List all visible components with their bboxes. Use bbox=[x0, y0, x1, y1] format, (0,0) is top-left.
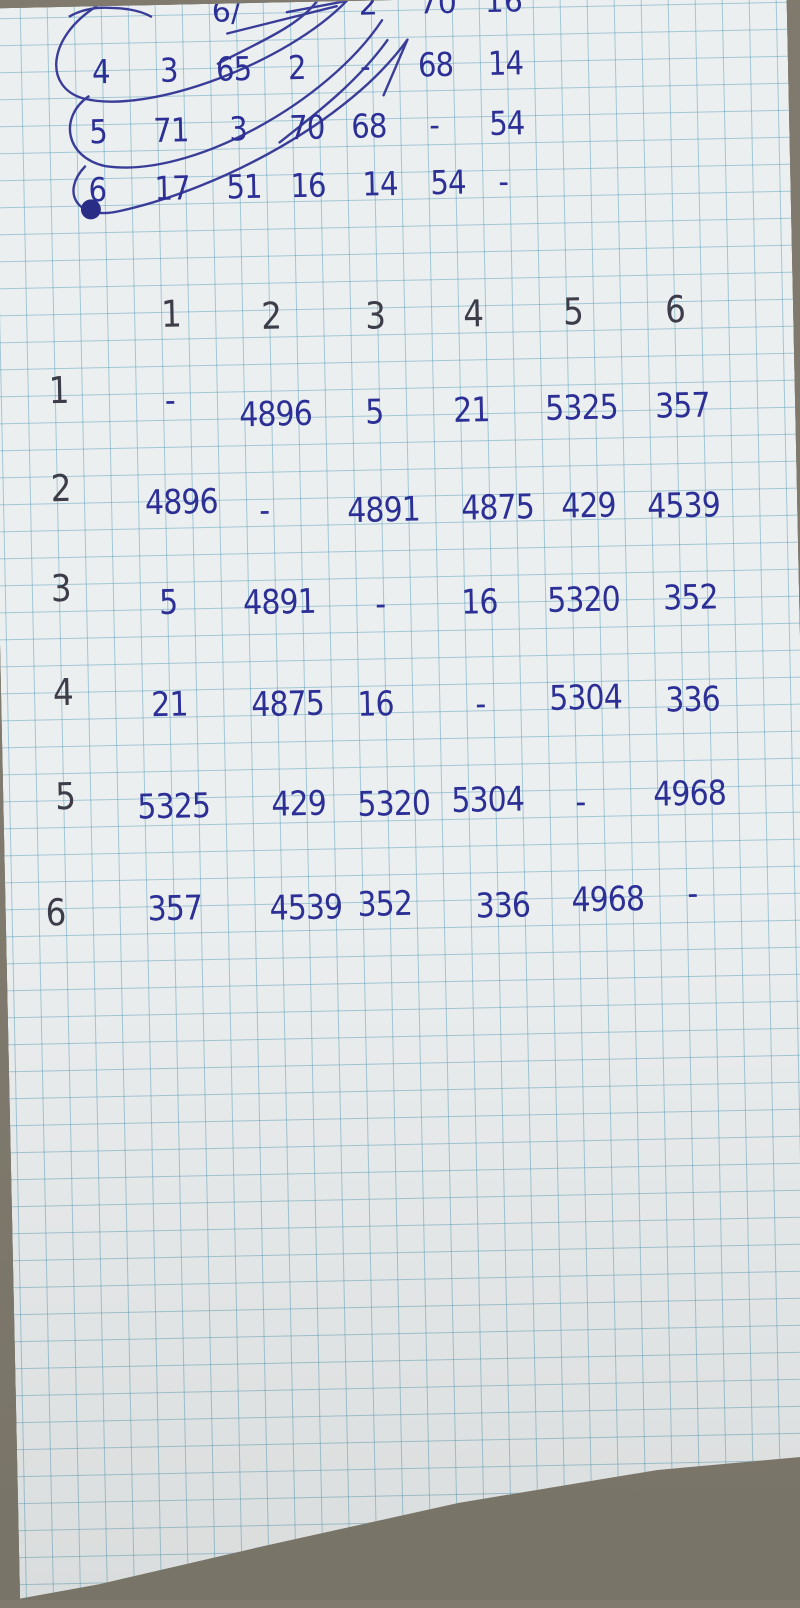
cell: 70 bbox=[288, 107, 325, 148]
svg-text:2: 2 bbox=[358, 0, 378, 23]
cell: 17 bbox=[154, 168, 191, 209]
cell: 5 bbox=[364, 392, 384, 433]
cell: 2 bbox=[287, 47, 306, 88]
cell: 336 bbox=[664, 679, 721, 721]
cell: 4891 bbox=[346, 489, 421, 532]
cell: 3 bbox=[159, 50, 179, 90]
cell: - bbox=[164, 380, 176, 421]
cell: 4875 bbox=[250, 683, 325, 726]
column-header: 4 bbox=[462, 292, 484, 336]
row-label: 5 bbox=[88, 112, 108, 152]
cell: 21 bbox=[150, 684, 189, 726]
cell: 71 bbox=[152, 110, 189, 151]
cell: 5304 bbox=[548, 677, 623, 719]
cell: 54 bbox=[488, 103, 525, 144]
svg-text:6/: 6/ bbox=[211, 0, 242, 30]
cell: 5320 bbox=[357, 783, 431, 825]
grid-paper-sheet: 6/ 2 70 16 4 3 65 2 - 68 14 5 71 3 70 68… bbox=[0, 0, 800, 1608]
row-label: 4 bbox=[91, 51, 111, 92]
column-header: 1 bbox=[160, 292, 182, 336]
cell: 429 bbox=[560, 485, 617, 527]
cell: - bbox=[359, 46, 370, 86]
cell: - bbox=[374, 584, 386, 625]
row-label: 1 bbox=[48, 368, 69, 413]
svg-text:70: 70 bbox=[418, 0, 457, 21]
cell: 16 bbox=[460, 581, 498, 623]
cell: 352 bbox=[662, 577, 719, 619]
cell: 5325 bbox=[137, 786, 211, 828]
cell: 357 bbox=[147, 888, 203, 930]
row-label: 4 bbox=[52, 670, 74, 715]
cell: 4896 bbox=[238, 393, 313, 436]
svg-text:16: 16 bbox=[484, 0, 523, 20]
cell: - bbox=[498, 161, 509, 201]
cell: 16 bbox=[356, 684, 395, 725]
cell: 5325 bbox=[544, 387, 619, 429]
cell: 4968 bbox=[571, 878, 645, 921]
cell: 4896 bbox=[144, 481, 219, 524]
cell: - bbox=[428, 105, 440, 145]
cell: 4968 bbox=[652, 773, 727, 815]
cell: 5320 bbox=[546, 579, 621, 621]
column-header: 3 bbox=[364, 294, 386, 338]
cell: 54 bbox=[430, 162, 467, 203]
cell: 4891 bbox=[242, 581, 317, 624]
cell: 65 bbox=[215, 48, 252, 89]
cell: 429 bbox=[271, 783, 327, 825]
column-header: 5 bbox=[562, 290, 584, 334]
cell: - bbox=[686, 873, 698, 915]
cell: 4539 bbox=[646, 485, 721, 527]
cell: 3 bbox=[228, 109, 248, 149]
cell: 352 bbox=[357, 883, 413, 925]
row-label: 6 bbox=[45, 891, 66, 935]
row-label: 2 bbox=[50, 466, 72, 511]
cell: 336 bbox=[475, 885, 531, 927]
cell: - bbox=[575, 782, 586, 823]
cell: 14 bbox=[362, 163, 399, 204]
cell: - bbox=[258, 490, 270, 531]
column-header: 6 bbox=[664, 287, 686, 332]
cell: 16 bbox=[290, 165, 327, 206]
cell: 5 bbox=[158, 582, 178, 624]
cell: 51 bbox=[226, 166, 263, 207]
row-label: 5 bbox=[54, 774, 76, 819]
cell: 68 bbox=[417, 44, 454, 85]
cell: 14 bbox=[487, 43, 524, 84]
cell: 21 bbox=[452, 390, 490, 431]
row-label: 3 bbox=[50, 566, 72, 611]
column-header: 2 bbox=[260, 294, 282, 338]
cell: - bbox=[474, 684, 486, 725]
cell: 68 bbox=[350, 106, 387, 146]
row-label: 6 bbox=[88, 170, 107, 210]
cell: 357 bbox=[654, 385, 711, 427]
pen-scribble-lines: 6/ 2 70 16 bbox=[0, 0, 792, 268]
cell: 4875 bbox=[460, 487, 535, 529]
cell: 5304 bbox=[450, 779, 525, 821]
cell: 4539 bbox=[269, 887, 343, 929]
